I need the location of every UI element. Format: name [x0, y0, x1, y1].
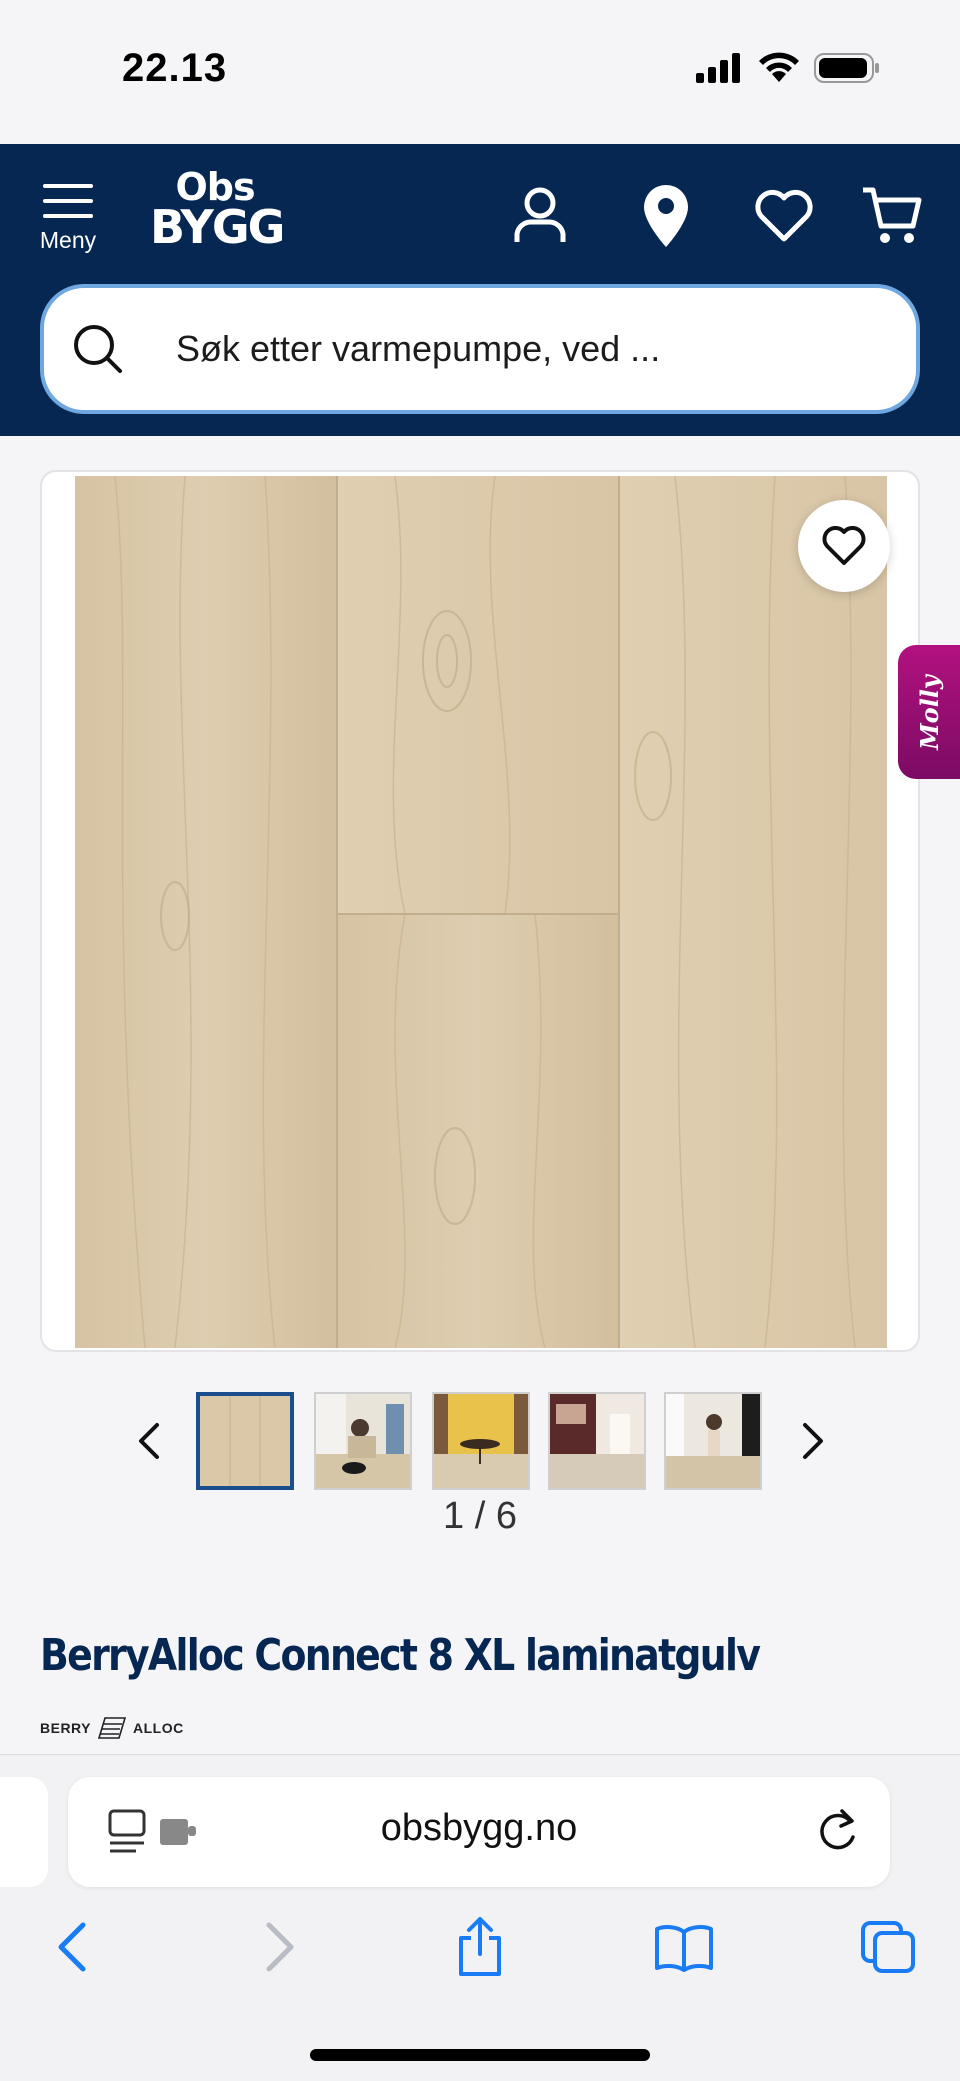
menu-button[interactable]: Meny	[38, 184, 98, 260]
image-counter: 1 / 6	[443, 1495, 517, 1537]
previous-tab-peek[interactable]	[0, 1777, 48, 1887]
thumbnail-image	[666, 1394, 760, 1488]
chevron-left-icon	[58, 1922, 86, 1972]
thumbnail-3[interactable]	[432, 1392, 530, 1490]
obs-bygg-logo[interactable]: Obs BYGG	[150, 168, 285, 258]
thumbnail-image	[200, 1396, 290, 1486]
chevron-right-icon	[266, 1922, 294, 1972]
thumbnail-carousel	[0, 1392, 960, 1492]
chevron-right-icon	[803, 1423, 823, 1459]
previous-image-button[interactable]	[124, 1416, 174, 1466]
cart-button[interactable]	[860, 184, 924, 248]
chat-widget-tab[interactable]: Molly	[898, 645, 960, 779]
product-image-card[interactable]	[40, 470, 920, 1352]
brand-logo[interactable]: BERRY ALLOC	[40, 1715, 184, 1741]
store-locator-button[interactable]	[634, 184, 698, 248]
battery-icon	[814, 53, 879, 83]
wifi-icon	[759, 52, 799, 82]
search-field[interactable]: Søk etter varmepumpe, ved ...	[40, 284, 920, 414]
chevron-left-icon	[139, 1423, 159, 1459]
thumbnail-image	[316, 1394, 410, 1488]
next-image-button[interactable]	[788, 1416, 838, 1466]
url-text: obsbygg.no	[380, 1807, 578, 1849]
page: 22.13 Meny Obs BYGG Søk etter varmepumpe…	[0, 0, 960, 2081]
brand-left: BERRY	[40, 1720, 91, 1736]
search-icon	[74, 325, 122, 373]
home-indicator	[310, 2049, 650, 2061]
product-image	[75, 476, 887, 1348]
status-time: 22.13	[122, 46, 228, 90]
berryalloc-logo-icon	[97, 1717, 127, 1739]
reload-icon[interactable]	[814, 1807, 860, 1855]
browser-bottom-bar: obsbygg.no	[0, 1754, 960, 2081]
heart-icon	[822, 526, 866, 565]
heart-icon	[755, 189, 813, 242]
thumbnail-image	[550, 1394, 644, 1488]
status-icons	[696, 52, 880, 84]
favorites-button[interactable]	[752, 184, 816, 248]
back-button[interactable]	[40, 1915, 104, 1979]
account-button[interactable]	[508, 184, 572, 248]
status-bar: 22.13	[0, 0, 960, 144]
menu-label: Meny	[39, 227, 97, 253]
share-button[interactable]	[448, 1915, 512, 1979]
thumbnail-5[interactable]	[664, 1392, 762, 1490]
tabs-button[interactable]	[856, 1915, 920, 1979]
logo-bottom: BYGG	[150, 200, 285, 254]
signal-icon	[696, 53, 740, 83]
wood-texture	[75, 476, 887, 1348]
book-icon	[655, 1925, 713, 1972]
thumbnail-1[interactable]	[196, 1392, 294, 1490]
search-placeholder: Søk etter varmepumpe, ved ...	[176, 328, 661, 369]
hamburger-icon	[38, 184, 98, 218]
chat-widget-label: Molly	[914, 674, 944, 750]
account-icon	[514, 187, 566, 242]
product-title: BerryAlloc Connect 8 XL laminatgulv	[40, 1630, 761, 1681]
forward-button[interactable]	[248, 1915, 312, 1979]
thumbnail-image	[434, 1394, 528, 1488]
brand-right: ALLOC	[133, 1720, 184, 1736]
add-to-favorites-button[interactable]	[798, 500, 890, 592]
thumbnail-2[interactable]	[314, 1392, 412, 1490]
thumbnail-4[interactable]	[548, 1392, 646, 1490]
bookmarks-button[interactable]	[652, 1915, 716, 1979]
tabs-icon	[861, 1921, 915, 1973]
site-header: Meny Obs BYGG Søk etter varmepumpe, ved …	[0, 144, 960, 436]
location-icon	[644, 185, 688, 247]
address-bar[interactable]: obsbygg.no	[68, 1777, 890, 1887]
share-icon	[459, 1917, 501, 1976]
cart-icon	[863, 187, 922, 243]
